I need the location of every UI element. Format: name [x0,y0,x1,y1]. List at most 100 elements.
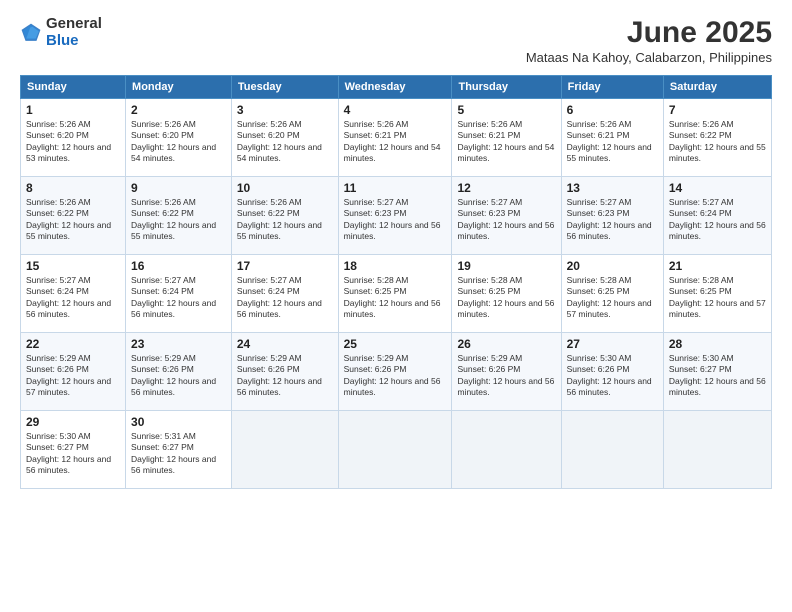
day-number: 20 [567,259,658,273]
day-number: 21 [669,259,766,273]
day-info: Sunrise: 5:26 AM Sunset: 6:20 PM Dayligh… [26,119,120,165]
table-cell: 5 Sunrise: 5:26 AM Sunset: 6:21 PM Dayli… [452,99,561,177]
table-cell: 4 Sunrise: 5:26 AM Sunset: 6:21 PM Dayli… [338,99,452,177]
table-cell: 22 Sunrise: 5:29 AM Sunset: 6:26 PM Dayl… [21,333,126,411]
header-row: Sunday Monday Tuesday Wednesday Thursday… [21,76,772,99]
day-number: 18 [344,259,447,273]
calendar-table: Sunday Monday Tuesday Wednesday Thursday… [20,75,772,489]
table-cell: 9 Sunrise: 5:26 AM Sunset: 6:22 PM Dayli… [126,177,232,255]
day-number: 27 [567,337,658,351]
day-info: Sunrise: 5:30 AM Sunset: 6:26 PM Dayligh… [567,353,658,399]
day-info: Sunrise: 5:29 AM Sunset: 6:26 PM Dayligh… [237,353,333,399]
day-info: Sunrise: 5:28 AM Sunset: 6:25 PM Dayligh… [567,275,658,321]
table-cell: 29 Sunrise: 5:30 AM Sunset: 6:27 PM Dayl… [21,411,126,489]
table-cell: 28 Sunrise: 5:30 AM Sunset: 6:27 PM Dayl… [663,333,771,411]
day-number: 30 [131,415,226,429]
table-cell: 18 Sunrise: 5:28 AM Sunset: 6:25 PM Dayl… [338,255,452,333]
table-cell: 21 Sunrise: 5:28 AM Sunset: 6:25 PM Dayl… [663,255,771,333]
table-cell: 15 Sunrise: 5:27 AM Sunset: 6:24 PM Dayl… [21,255,126,333]
table-cell: 11 Sunrise: 5:27 AM Sunset: 6:23 PM Dayl… [338,177,452,255]
table-cell: 16 Sunrise: 5:27 AM Sunset: 6:24 PM Dayl… [126,255,232,333]
col-thursday: Thursday [452,76,561,99]
day-number: 6 [567,103,658,117]
table-cell: 14 Sunrise: 5:27 AM Sunset: 6:24 PM Dayl… [663,177,771,255]
day-number: 7 [669,103,766,117]
col-sunday: Sunday [21,76,126,99]
table-cell: 1 Sunrise: 5:26 AM Sunset: 6:20 PM Dayli… [21,99,126,177]
table-cell: 19 Sunrise: 5:28 AM Sunset: 6:25 PM Dayl… [452,255,561,333]
table-cell: 27 Sunrise: 5:30 AM Sunset: 6:26 PM Dayl… [561,333,663,411]
day-info: Sunrise: 5:29 AM Sunset: 6:26 PM Dayligh… [344,353,447,399]
day-number: 26 [457,337,555,351]
title-area: June 2025 Mataas Na Kahoy, Calabarzon, P… [526,16,772,65]
day-info: Sunrise: 5:26 AM Sunset: 6:20 PM Dayligh… [237,119,333,165]
day-info: Sunrise: 5:30 AM Sunset: 6:27 PM Dayligh… [669,353,766,399]
day-info: Sunrise: 5:29 AM Sunset: 6:26 PM Dayligh… [131,353,226,399]
day-info: Sunrise: 5:26 AM Sunset: 6:20 PM Dayligh… [131,119,226,165]
table-cell: 2 Sunrise: 5:26 AM Sunset: 6:20 PM Dayli… [126,99,232,177]
header: General Blue June 2025 Mataas Na Kahoy, … [20,16,772,65]
table-cell: 30 Sunrise: 5:31 AM Sunset: 6:27 PM Dayl… [126,411,232,489]
table-row: 1 Sunrise: 5:26 AM Sunset: 6:20 PM Dayli… [21,99,772,177]
day-number: 2 [131,103,226,117]
table-cell: 12 Sunrise: 5:27 AM Sunset: 6:23 PM Dayl… [452,177,561,255]
col-friday: Friday [561,76,663,99]
logo-text: General Blue [46,16,102,49]
table-cell: 26 Sunrise: 5:29 AM Sunset: 6:26 PM Dayl… [452,333,561,411]
table-cell: 25 Sunrise: 5:29 AM Sunset: 6:26 PM Dayl… [338,333,452,411]
table-row: 15 Sunrise: 5:27 AM Sunset: 6:24 PM Dayl… [21,255,772,333]
day-info: Sunrise: 5:27 AM Sunset: 6:23 PM Dayligh… [344,197,447,243]
day-info: Sunrise: 5:27 AM Sunset: 6:23 PM Dayligh… [457,197,555,243]
day-info: Sunrise: 5:28 AM Sunset: 6:25 PM Dayligh… [344,275,447,321]
day-info: Sunrise: 5:26 AM Sunset: 6:22 PM Dayligh… [131,197,226,243]
day-info: Sunrise: 5:27 AM Sunset: 6:24 PM Dayligh… [131,275,226,321]
col-wednesday: Wednesday [338,76,452,99]
day-number: 24 [237,337,333,351]
day-number: 8 [26,181,120,195]
table-cell [663,411,771,489]
table-cell: 7 Sunrise: 5:26 AM Sunset: 6:22 PM Dayli… [663,99,771,177]
logo: General Blue [20,16,102,49]
day-number: 19 [457,259,555,273]
day-info: Sunrise: 5:28 AM Sunset: 6:25 PM Dayligh… [457,275,555,321]
day-info: Sunrise: 5:27 AM Sunset: 6:23 PM Dayligh… [567,197,658,243]
day-info: Sunrise: 5:30 AM Sunset: 6:27 PM Dayligh… [26,431,120,477]
logo-blue: Blue [46,32,79,49]
logo-general: General [46,15,102,32]
day-info: Sunrise: 5:31 AM Sunset: 6:27 PM Dayligh… [131,431,226,477]
day-number: 22 [26,337,120,351]
table-cell [561,411,663,489]
table-cell: 6 Sunrise: 5:26 AM Sunset: 6:21 PM Dayli… [561,99,663,177]
day-info: Sunrise: 5:26 AM Sunset: 6:22 PM Dayligh… [26,197,120,243]
calendar-title: June 2025 [526,16,772,50]
table-cell: 3 Sunrise: 5:26 AM Sunset: 6:20 PM Dayli… [231,99,338,177]
day-info: Sunrise: 5:26 AM Sunset: 6:21 PM Dayligh… [344,119,447,165]
table-cell: 13 Sunrise: 5:27 AM Sunset: 6:23 PM Dayl… [561,177,663,255]
day-info: Sunrise: 5:26 AM Sunset: 6:22 PM Dayligh… [669,119,766,165]
day-number: 10 [237,181,333,195]
table-cell [338,411,452,489]
day-number: 4 [344,103,447,117]
day-number: 11 [344,181,447,195]
table-cell: 17 Sunrise: 5:27 AM Sunset: 6:24 PM Dayl… [231,255,338,333]
day-info: Sunrise: 5:26 AM Sunset: 6:21 PM Dayligh… [567,119,658,165]
day-number: 25 [344,337,447,351]
day-number: 28 [669,337,766,351]
day-number: 5 [457,103,555,117]
table-cell: 23 Sunrise: 5:29 AM Sunset: 6:26 PM Dayl… [126,333,232,411]
day-info: Sunrise: 5:28 AM Sunset: 6:25 PM Dayligh… [669,275,766,321]
table-cell [452,411,561,489]
day-info: Sunrise: 5:27 AM Sunset: 6:24 PM Dayligh… [669,197,766,243]
calendar-subtitle: Mataas Na Kahoy, Calabarzon, Philippines [526,50,772,65]
day-number: 12 [457,181,555,195]
day-number: 9 [131,181,226,195]
page: General Blue June 2025 Mataas Na Kahoy, … [0,0,792,612]
table-cell: 8 Sunrise: 5:26 AM Sunset: 6:22 PM Dayli… [21,177,126,255]
table-cell: 10 Sunrise: 5:26 AM Sunset: 6:22 PM Dayl… [231,177,338,255]
day-number: 14 [669,181,766,195]
day-number: 13 [567,181,658,195]
table-cell [231,411,338,489]
table-cell: 24 Sunrise: 5:29 AM Sunset: 6:26 PM Dayl… [231,333,338,411]
day-info: Sunrise: 5:27 AM Sunset: 6:24 PM Dayligh… [26,275,120,321]
logo-icon [20,22,42,44]
